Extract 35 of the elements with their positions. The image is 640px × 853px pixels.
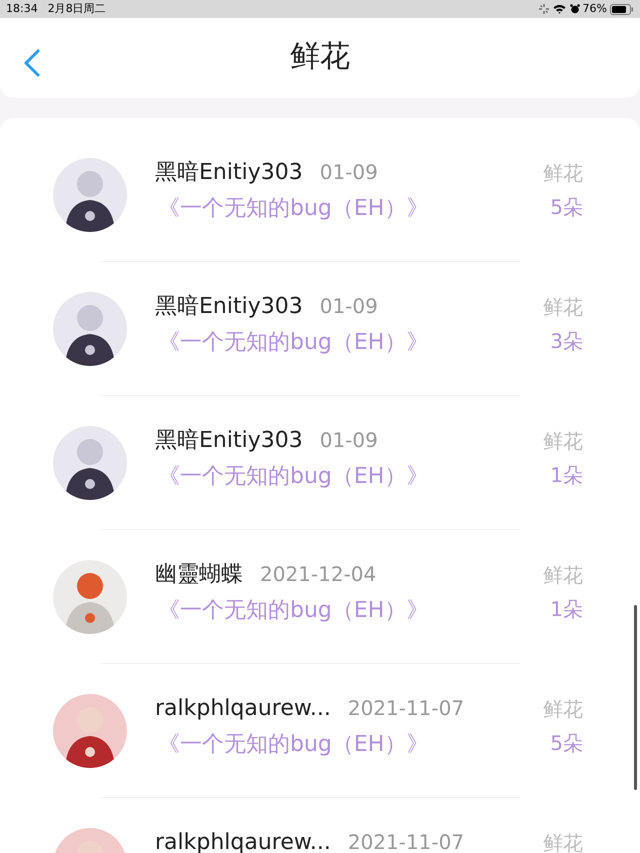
user-name: ralkphlqaurew... xyxy=(155,695,331,723)
gift-label: 鲜花 xyxy=(543,160,583,187)
user-name: 黑暗Enitiy303 xyxy=(155,159,303,187)
gift-label: 鲜花 xyxy=(543,428,583,455)
battery-icon xyxy=(610,4,634,14)
status-time: 18:34 xyxy=(6,0,38,17)
status-date: 2月8日周二 xyxy=(48,0,106,17)
page-title: 鲜花 xyxy=(290,38,350,76)
flower-count: 1朵 xyxy=(550,462,583,489)
gift-label: 鲜花 xyxy=(543,294,583,321)
flower-count: 3朵 xyxy=(550,328,583,355)
gift-date: 2021-12-04 xyxy=(260,561,376,588)
user-name: 幽靈蝴蝶 xyxy=(155,561,243,589)
flower-count: 5朵 xyxy=(550,730,583,757)
flower-count: 5朵 xyxy=(550,194,583,221)
wifi-icon xyxy=(552,4,566,14)
loading-icon xyxy=(538,4,549,14)
user-name: 黑暗Enitiy303 xyxy=(155,293,303,321)
book-title[interactable]: 《一个无知的bug（EH）》 xyxy=(158,594,428,627)
gift-date: 01-09 xyxy=(320,159,378,186)
book-title[interactable]: 《一个无知的bug（EH）》 xyxy=(158,728,428,761)
book-title[interactable]: 《一个无知的bug（EH）》 xyxy=(158,326,428,359)
battery-percentage: 76% xyxy=(582,0,607,17)
gift-date: 2021-11-07 xyxy=(348,695,464,722)
gift-label: 鲜花 xyxy=(543,830,583,853)
gift-label: 鲜花 xyxy=(543,562,583,589)
gift-date: 2021-11-07 xyxy=(348,829,464,853)
gift-date: 01-09 xyxy=(320,427,378,454)
gift-date: 01-09 xyxy=(320,293,378,320)
book-title[interactable]: 《一个无知的bug（EH）》 xyxy=(158,192,428,225)
alarm-icon xyxy=(570,4,580,14)
user-name: 黑暗Enitiy303 xyxy=(155,427,303,455)
flower-count: 1朵 xyxy=(550,596,583,623)
book-title[interactable]: 《一个无知的bug（EH）》 xyxy=(158,460,428,493)
gift-label: 鲜花 xyxy=(543,696,583,723)
